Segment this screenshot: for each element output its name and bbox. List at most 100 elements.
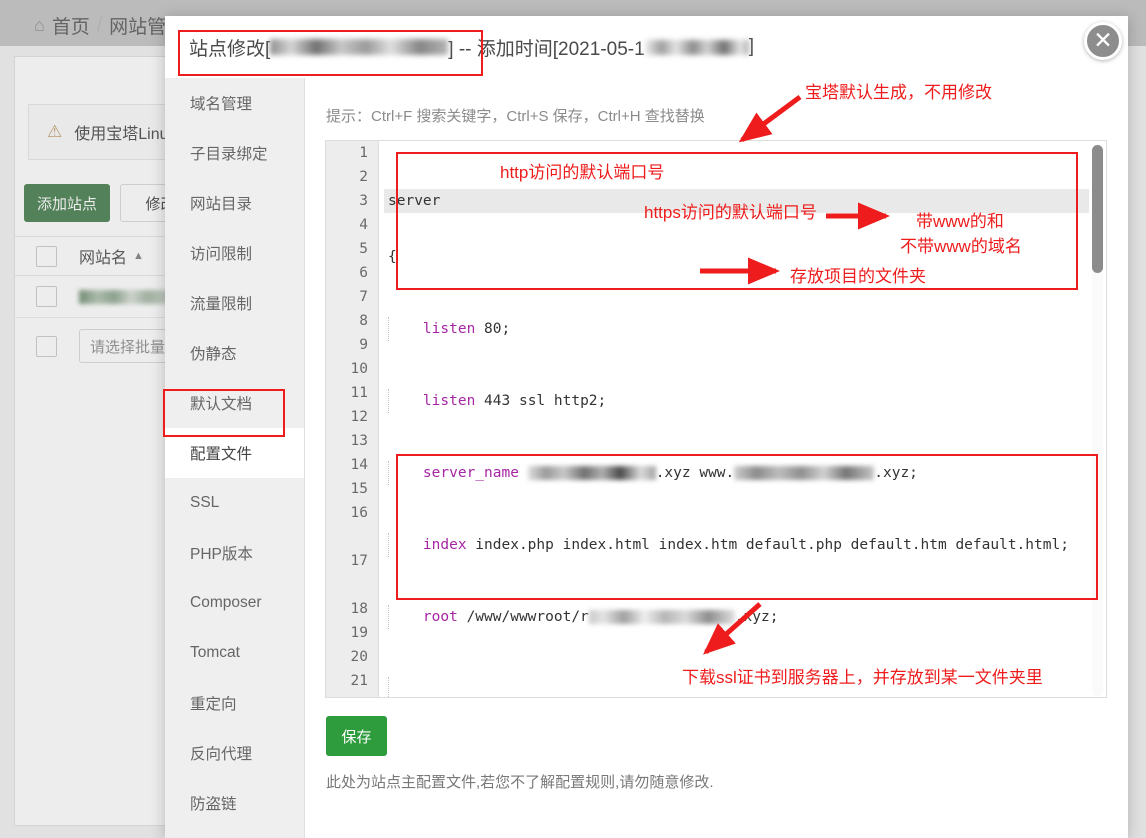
line-number: 15: [350, 481, 368, 497]
modal-title-suffix: ]: [748, 36, 754, 57]
editor-scrollbar-thumb[interactable]: [1092, 145, 1103, 273]
sidebar-item-label: 访问限制: [190, 246, 253, 263]
sidebar-item-5[interactable]: 伪静态: [165, 328, 304, 378]
code-line-3: listen 80;: [384, 317, 1089, 341]
sidebar-item-label: PHP版本: [190, 546, 253, 563]
code-text: index.php index.html index.htm default.p…: [466, 537, 1069, 553]
close-icon[interactable]: ✕: [1084, 22, 1122, 60]
code-text: server: [388, 193, 441, 209]
code-text: .xyz;: [734, 609, 779, 625]
code-text: 80;: [475, 321, 511, 337]
line-number: 13: [350, 433, 368, 449]
sidebar-item-9[interactable]: PHP版本: [165, 528, 304, 578]
sidebar-item-0[interactable]: 域名管理: [165, 78, 304, 128]
code-text: .xyz;: [874, 465, 918, 481]
line-number: 19: [350, 625, 368, 641]
footer-note: 此处为站点主配置文件,若您不了解配置规则,请勿随意修改.: [326, 774, 714, 791]
column-header-label: 网站名: [79, 250, 128, 267]
line-number: 18: [350, 601, 368, 617]
line-number: 14: [350, 457, 368, 473]
sidebar-item-6[interactable]: 默认文档: [165, 378, 304, 428]
column-header-site-name[interactable]: 网站名 ▲: [79, 244, 144, 268]
sidebar-item-13[interactable]: 反向代理: [165, 728, 304, 778]
sidebar-item-label: SSL: [190, 494, 220, 511]
line-number-wrap: [326, 525, 378, 549]
sidebar-item-8[interactable]: SSL: [165, 478, 304, 528]
modal-title-date-redacted: [644, 39, 749, 55]
modal-title-domain-redacted: [270, 39, 449, 55]
sidebar-item-label: 域名管理: [190, 96, 253, 113]
sidebar-item-label: Composer: [190, 594, 262, 611]
screen-root: ⌂ 首页 / 网站管 ⚠ 使用宝塔Linux 添加站点 修改默 网站名 ▲ 请选…: [0, 0, 1146, 838]
modal-sidebar: 域名管理子目录绑定网站目录访问限制流量限制伪静态默认文档配置文件 SSL PHP版本…: [165, 78, 305, 838]
sidebar-item-label: Tomcat: [190, 644, 240, 661]
add-site-button[interactable]: 添加站点: [24, 184, 110, 222]
annotation-https-port: https访问的默认端口号: [644, 203, 817, 222]
editor-tip: 提示：Ctrl+F 搜索关键字，Ctrl+S 保存，Ctrl+H 查找替换: [326, 108, 705, 125]
batch-checkbox[interactable]: [36, 335, 57, 357]
line-number: 12: [350, 409, 368, 425]
sidebar-item-4[interactable]: 流量限制: [165, 278, 304, 328]
code-keyword: root: [422, 609, 458, 625]
row-checkbox[interactable]: [36, 286, 57, 307]
sidebar-item-7[interactable]: 配置文件: [165, 428, 304, 478]
sidebar-item-12[interactable]: 重定向: [165, 678, 304, 728]
code-keyword: index: [422, 537, 467, 553]
code-keyword: listen: [422, 321, 476, 337]
modal-title-prefix: 站点修改[: [189, 38, 271, 60]
sidebar-item-2[interactable]: 网站目录: [165, 178, 304, 228]
warning-triangle-icon: ⚠: [47, 122, 63, 141]
editor-gutter: 1 2 3 4 5 6 7 8 9 10 11 12 13 14 15 16 17 18 19 20 21: [326, 141, 379, 697]
modal-title: 站点修改[ ] -- 添加时间[2021-05-1 ]: [165, 16, 1128, 78]
server-name-redacted: [527, 466, 656, 480]
sidebar-item-label: 默认文档: [190, 396, 253, 413]
sidebar-item-3[interactable]: 访问限制: [165, 228, 304, 278]
code-keyword: server_name: [422, 465, 519, 481]
line-number: 10: [350, 361, 368, 377]
code-text: {: [388, 249, 397, 265]
sidebar-item-label: 防盗链: [190, 796, 237, 813]
sidebar-item-label: 反向代理: [190, 746, 253, 763]
select-all-checkbox[interactable]: [36, 245, 57, 267]
line-number: 17: [350, 553, 368, 569]
sidebar-item-14[interactable]: 防盗链: [165, 778, 304, 828]
save-button[interactable]: 保存: [326, 716, 387, 756]
sort-asc-caret-icon[interactable]: ▲: [133, 250, 144, 262]
server-name-www-redacted: [734, 466, 875, 480]
line-number: 7: [359, 289, 368, 305]
sidebar-item-label: 伪静态: [190, 346, 237, 363]
line-number: 16: [350, 505, 368, 521]
code-line-7: root /www/wwwroot/r .xyz;: [384, 605, 1089, 629]
line-number-wrap: [326, 573, 378, 597]
breadcrumb-home[interactable]: 首页: [52, 12, 90, 39]
annotation-www-domain-line1: 带www的和: [916, 212, 1004, 231]
line-number: 6: [359, 265, 368, 281]
line-number: 2: [359, 169, 368, 185]
line-number: 9: [359, 337, 368, 353]
line-number: 8: [359, 313, 368, 329]
modal-body: 提示：Ctrl+F 搜索关键字，Ctrl+S 保存，Ctrl+H 查找替换 12…: [305, 78, 1128, 838]
breadcrumb: ⌂ 首页 / 网站管: [34, 12, 166, 39]
home-icon: ⌂: [34, 15, 45, 35]
sidebar-item-10[interactable]: Composer: [165, 578, 304, 628]
code-line-6: index index.php index.html index.htm def…: [384, 533, 1089, 557]
sidebar-item-1[interactable]: 子目录绑定: [165, 128, 304, 178]
line-number: 20: [350, 649, 368, 665]
line-number: 1: [359, 145, 368, 161]
sidebar-item-label: 网站目录: [190, 196, 253, 213]
line-number: 5: [359, 241, 368, 257]
sidebar-item-label: 流量限制: [190, 296, 253, 313]
annotation-ssl-download: 下载ssl证书到服务器上，并存放到某一文件夹里: [682, 668, 1043, 687]
sidebar-item-label: 子目录绑定: [190, 146, 268, 163]
annotation-www-domain-line2: 不带www的域名: [900, 237, 1022, 256]
sidebar-item-11[interactable]: Tomcat: [165, 628, 304, 678]
code-text: 443 ssl http2;: [475, 393, 607, 409]
breadcrumb-current: 网站管: [109, 17, 167, 38]
site-edit-modal: 站点修改[ ] -- 添加时间[2021-05-1 ] 域名管理子目录绑定网站目…: [163, 16, 1128, 838]
line-number: 21: [350, 673, 368, 689]
code-line-5: server_name .xyz www. .xyz;: [384, 461, 1089, 485]
warning-text: 使用宝塔Linux: [74, 126, 177, 143]
line-number: 4: [359, 217, 368, 233]
sidebar-item-label: 配置文件: [190, 446, 253, 463]
code-line-4: listen 443 ssl http2;: [384, 389, 1089, 413]
